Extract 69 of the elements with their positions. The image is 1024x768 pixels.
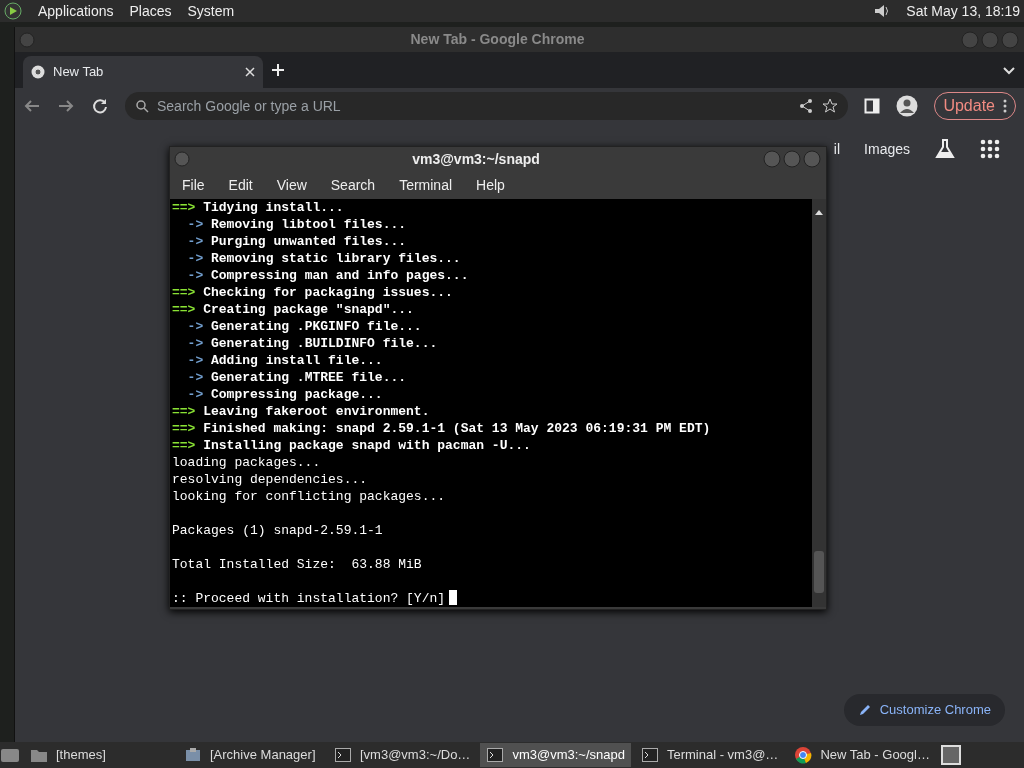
share-icon[interactable]: [798, 98, 815, 114]
clock: Sat May 13, 18:19: [906, 1, 1020, 21]
search-icon: [135, 99, 149, 113]
terminal-line: ==> Finished making: snapd 2.59.1-1 (Sat 13 May 2023 06:19:31 PM EDT): [172, 421, 711, 436]
menu-item[interactable]: Help: [472, 174, 509, 196]
window-title: vm3@vm3:~/snapd: [411, 149, 541, 169]
reload-icon[interactable]: [91, 97, 109, 115]
panel-menu[interactable]: Applications: [38, 0, 114, 22]
address-field[interactable]: Search Google or type a URL: [125, 92, 849, 120]
terminal-line: -> Purging unwanted files...: [186, 234, 407, 249]
star-icon[interactable]: [822, 98, 839, 114]
terminal-line: -> Removing libtool files...: [186, 217, 407, 232]
taskbar-item[interactable]: vm3@vm3:~/snapd: [480, 743, 631, 767]
taskbar-item[interactable]: [Archive Manager]: [178, 743, 324, 767]
apps-grid-icon[interactable]: [980, 139, 1000, 159]
pencil-icon: [857, 703, 872, 717]
link[interactable]: il: [833, 138, 841, 160]
speaker-icon[interactable]: [872, 2, 891, 20]
terminal-line: looking for conflicting packages...: [172, 489, 446, 504]
customize-button[interactable]: Customize Chrome: [843, 694, 1005, 726]
menu-item[interactable]: File: [178, 174, 209, 196]
terminal-line: -> Adding install file...: [186, 353, 383, 368]
panel-menu[interactable]: System: [187, 0, 235, 22]
window-title: New Tab - Google Chrome: [409, 30, 586, 49]
chrome-logo-icon: [31, 65, 45, 79]
terminal-icon: [334, 746, 352, 764]
terminal-line: ==> Tidying install...: [172, 200, 344, 215]
flask-icon[interactable]: [934, 138, 956, 160]
scrollbar[interactable]: [812, 199, 826, 607]
panel-menu[interactable]: Places: [129, 0, 172, 22]
chrome-logo-icon: [794, 746, 813, 764]
taskbar-item[interactable]: [themes]: [24, 743, 174, 767]
more-icon: [1003, 99, 1007, 113]
terminal-line: -> Compressing man and info pages...: [186, 268, 469, 283]
terminal-icon: [486, 746, 505, 764]
new-tab-icon[interactable]: [271, 63, 285, 77]
terminal-icon: [640, 746, 659, 764]
taskbar-item[interactable]: New Tab - Googl…: [788, 743, 936, 767]
logo-icon[interactable]: [4, 2, 22, 20]
taskbar-item[interactable]: [vm3@vm3:~/Do…: [328, 743, 477, 767]
terminal-prompt: :: Proceed with installation? [Y/n]: [172, 591, 446, 606]
terminal-line: -> Removing static library files...: [186, 251, 461, 266]
terminal-line: -> Generating .BUILDINFO file...: [186, 336, 438, 351]
terminal-line: resolving dependencies...: [172, 472, 368, 487]
workspace-icon[interactable]: [939, 744, 962, 766]
text-cursor: [449, 590, 458, 605]
terminal-line: -> Generating .MTREE file...: [186, 370, 407, 385]
terminal-line: ==> Installing package snapd with pacman -U...: [172, 438, 531, 453]
terminal-line: ==> Leaving fakeroot environment.: [172, 404, 430, 419]
terminal-line: ==> Creating package "snapd"...: [172, 302, 414, 317]
terminal-line: Total Installed Size: 63.88 MiB: [172, 557, 422, 572]
menu-item[interactable]: Edit: [224, 174, 257, 196]
terminal-line: loading packages...: [172, 455, 321, 470]
terminal-line: -> Generating .PKGINFO file...: [186, 319, 422, 334]
show-desktop-icon[interactable]: [0, 746, 20, 764]
terminal-line: Packages (1) snapd-2.59.1-1: [172, 523, 383, 538]
menu-item[interactable]: Terminal: [395, 174, 457, 196]
scrollbar-thumb[interactable]: [814, 551, 824, 593]
profile-icon[interactable]: [896, 95, 919, 117]
menu-item[interactable]: View: [272, 174, 311, 196]
taskbar-item[interactable]: Terminal - vm3@…: [634, 743, 785, 767]
terminal-line: ==> Checking for packaging issues...: [172, 285, 453, 300]
archive-icon: [184, 746, 202, 764]
side-panel-icon[interactable]: [864, 98, 881, 114]
terminal-line: -> Compressing package...: [186, 387, 383, 402]
menu-item[interactable]: Search: [326, 174, 380, 196]
link[interactable]: Images: [864, 138, 910, 160]
close-icon[interactable]: [245, 67, 255, 77]
browser-tab[interactable]: New Tab: [23, 56, 263, 88]
